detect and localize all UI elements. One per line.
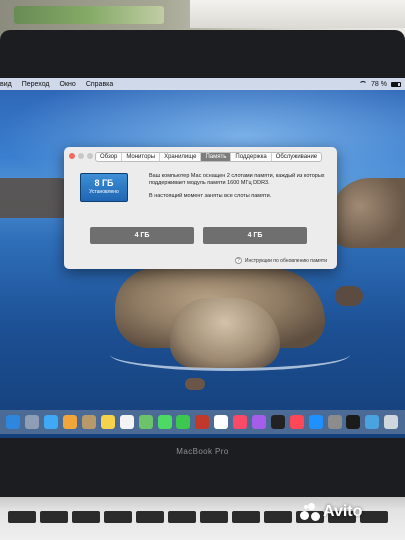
key: [104, 511, 132, 523]
wallpaper-island-right: [330, 178, 405, 248]
minimize-icon[interactable]: [78, 153, 84, 159]
tab-displays[interactable]: Мониторы: [122, 153, 161, 161]
memory-slot-2: 4 ГБ: [203, 227, 307, 244]
menu-help[interactable]: Справка: [86, 81, 113, 88]
book-object: [14, 6, 164, 24]
memory-instructions-link[interactable]: ? Инструкции по обновлению памяти: [234, 257, 327, 264]
shelf-object: [190, 0, 405, 28]
menu-bar: вид Переход Окно Справка 78 %: [0, 78, 405, 90]
tab-service[interactable]: Обслуживание: [272, 153, 321, 161]
instructions-label[interactable]: Инструкции по обновлению памяти: [245, 258, 327, 264]
trash-icon[interactable]: [384, 415, 399, 429]
finder-icon[interactable]: [6, 415, 21, 429]
messages-icon[interactable]: [157, 415, 172, 429]
tab-bar: Обзор Мониторы Хранилище Память Поддержк…: [95, 152, 323, 162]
zoom-icon[interactable]: [87, 153, 93, 159]
battery-icon[interactable]: [391, 81, 401, 87]
about-this-mac-window: Обзор Мониторы Хранилище Память Поддержк…: [64, 147, 337, 269]
key: [168, 511, 196, 523]
tv-icon[interactable]: [270, 415, 285, 429]
memory-total-box: 8 ГБ Установлено: [80, 173, 128, 202]
wallpaper-surf: [110, 338, 350, 371]
safari-icon[interactable]: [44, 415, 59, 429]
activity-monitor-icon[interactable]: [346, 415, 361, 429]
photos-icon[interactable]: [63, 415, 78, 429]
menu-bar-status: 78 %: [359, 81, 405, 88]
close-icon[interactable]: [69, 153, 75, 159]
podcasts-icon[interactable]: [252, 415, 267, 429]
music-icon[interactable]: [233, 415, 248, 429]
wifi-icon[interactable]: [359, 81, 368, 87]
avito-watermark: Avito: [300, 503, 362, 521]
avito-logo-icon: [300, 503, 320, 521]
photo-scene: вид Переход Окно Справка 78 % Обзор Мони…: [0, 0, 405, 540]
help-icon[interactable]: ?: [234, 257, 242, 264]
photobooth-icon[interactable]: [195, 415, 210, 429]
key: [136, 511, 164, 523]
memory-status: Установлено: [89, 189, 119, 195]
menu-view[interactable]: вид: [0, 81, 12, 88]
tab-overview[interactable]: Обзор: [96, 153, 123, 161]
maps-icon[interactable]: [138, 415, 153, 429]
memory-description: Ваш компьютер Mac оснащен 2 слотами памя…: [149, 173, 325, 186]
memory-slots-note: В настоящий момент заняты все слоты памя…: [149, 193, 272, 199]
window-titlebar[interactable]: Обзор Мониторы Хранилище Память Поддержк…: [64, 147, 337, 165]
key: [40, 511, 68, 523]
system-preferences-icon[interactable]: [327, 415, 342, 429]
key: [72, 511, 100, 523]
key: [200, 511, 228, 523]
downloads-icon[interactable]: [365, 415, 380, 429]
calendar-icon[interactable]: [214, 415, 229, 429]
avito-wordmark: Avito: [323, 503, 363, 520]
menu-go[interactable]: Переход: [22, 81, 50, 88]
launchpad-icon[interactable]: [25, 415, 40, 429]
key: [232, 511, 260, 523]
key: [8, 511, 36, 523]
contacts-icon[interactable]: [82, 415, 96, 429]
news-icon[interactable]: [289, 415, 304, 429]
tab-memory[interactable]: Память: [201, 153, 232, 161]
wallpaper-rock-small: [185, 378, 205, 390]
brand-label: MacBook Pro: [176, 447, 229, 456]
memory-total: 8 ГБ: [94, 178, 114, 188]
memory-slot-1: 4 ГБ: [90, 227, 194, 244]
dock: [0, 410, 405, 434]
menu-window[interactable]: Окно: [60, 81, 76, 88]
key: [264, 511, 292, 523]
reminders-icon[interactable]: [119, 415, 134, 429]
laptop-screen: вид Переход Окно Справка 78 % Обзор Мони…: [0, 78, 405, 438]
appstore-icon[interactable]: [308, 415, 323, 429]
tab-storage[interactable]: Хранилище: [160, 153, 202, 161]
tab-support[interactable]: Поддержка: [231, 153, 272, 161]
key: [360, 511, 388, 523]
battery-percent: 78 %: [371, 80, 387, 88]
facetime-icon[interactable]: [176, 415, 191, 429]
notes-icon[interactable]: [100, 415, 115, 429]
wallpaper-rock: [335, 286, 363, 306]
